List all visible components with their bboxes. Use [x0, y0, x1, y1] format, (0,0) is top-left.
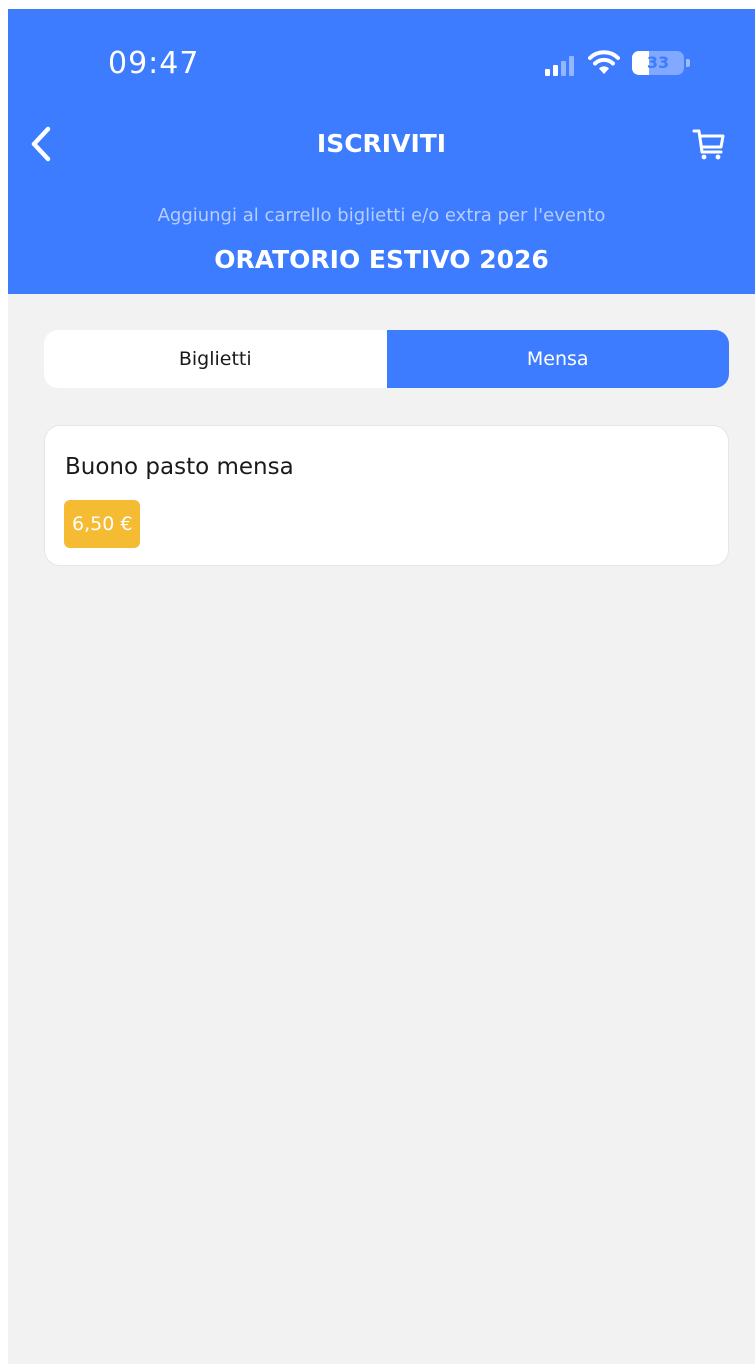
wifi-icon — [588, 50, 620, 74]
header: 09:47 33 ISCRIVITI Aggiungi al carrello … — [8, 9, 755, 294]
item-title: Buono pasto mensa — [65, 454, 294, 480]
battery-percentage: 33 — [646, 53, 670, 72]
tab-mensa[interactable]: Mensa — [386, 330, 729, 388]
status-time: 09:47 — [108, 46, 200, 81]
signal-icon — [545, 56, 574, 76]
battery-cap — [686, 59, 690, 67]
app-screen: 09:47 33 ISCRIVITI Aggiungi al carrello … — [8, 9, 755, 1364]
segmented-control: Biglietti Mensa — [44, 330, 729, 388]
list-item[interactable]: Buono pasto mensa 6,50 € — [44, 425, 729, 566]
battery-icon: 33 — [632, 51, 690, 75]
header-subtitle: Aggiungi al carrello biglietti e/o extra… — [157, 205, 606, 226]
page-title: ISCRIVITI — [316, 129, 447, 158]
price-badge: 6,50 € — [64, 500, 141, 548]
tab-biglietti[interactable]: Biglietti — [44, 330, 387, 388]
cart-icon[interactable] — [691, 126, 727, 162]
battery-body: 33 — [632, 51, 684, 75]
event-title: ORATORIO ESTIVO 2026 — [214, 245, 549, 274]
